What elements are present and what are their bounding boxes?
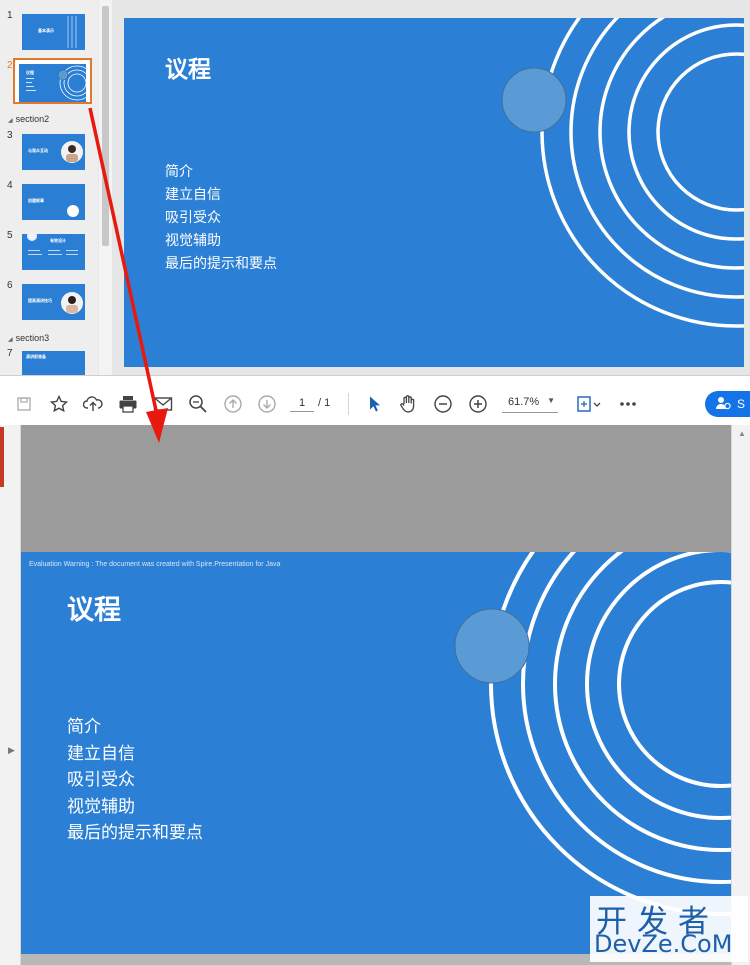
agenda-item: 吸引受众 [67,770,135,790]
zoom-in-icon[interactable] [467,393,489,415]
section-header-section2[interactable]: ◢ section2 [8,114,49,124]
thumbnail-title: 创建叙事 [28,198,44,203]
watermark-en-text: DevZe.CoM [594,930,733,958]
chevron-down-icon: ▼ [547,396,555,405]
agenda-item: 简介 [67,717,101,737]
slide-thumbnail-4[interactable]: 创建叙事 [22,184,85,220]
agenda-item: 吸引受众 [165,210,221,226]
slide-thumbnail-panel: 1 基本演示 2 议程 ◢ section2 3 与观众互动 4 创建叙事 5 … [0,0,98,375]
powerpoint-window: 1 基本演示 2 议程 ◢ section2 3 与观众互动 4 创建叙事 5 … [0,0,750,376]
save-icon[interactable] [13,393,35,415]
agenda-item: 视觉辅助 [165,233,221,249]
agenda-item: 视觉辅助 [67,796,135,817]
thumbnail-dot [67,205,79,217]
slide-thumbnail-6[interactable]: 提高演讲技巧 [22,284,85,320]
hand-icon[interactable] [397,393,419,415]
slide-thumbnail-3[interactable]: 与观众互动 [22,134,85,170]
zoom-search-icon[interactable] [187,393,209,415]
prev-page-icon[interactable] [222,393,244,415]
slide-thumbnail-7[interactable]: 演讲前准备 [22,351,85,375]
thumbnail-title: 与观众互动 [28,148,48,153]
slide-thumbnail-2[interactable]: 议程 [19,64,86,102]
toolbar-divider [348,393,349,415]
share-button-label: S [737,397,746,411]
site-watermark: 开发者 DevZe.CoM [590,896,748,962]
zoom-out-icon[interactable] [432,393,454,415]
mail-icon[interactable] [152,393,174,415]
more-icon[interactable] [617,393,639,415]
share-button[interactable]: S [705,391,750,417]
section-header-section3[interactable]: ◢ section3 [8,333,49,343]
thumbnail-text-lines [27,234,78,255]
page-number-input[interactable] [290,395,314,412]
thumbnail-number: 2 [7,60,13,71]
thumbnail-scrollbar-thumb[interactable] [102,6,109,246]
zoom-value: 61.7% [508,396,540,408]
collapse-triangle-icon[interactable]: ◢ [8,337,13,343]
slide-canvas[interactable]: 议程 简介 建立自信 吸引受众 视觉辅助 最后的提示和要点 [124,18,744,367]
agenda-item: 建立自信 [67,743,135,764]
slide-thumbnail-5[interactable]: 有效设计 [22,234,85,270]
thumbnail-photo [61,292,83,314]
thumbnail-number: 5 [7,230,13,241]
agenda-item: 最后的提示和要点 [165,256,277,272]
vertical-scrollbar[interactable]: ▲ [731,425,750,965]
zoom-level-dropdown[interactable]: 61.7% ▼ [502,395,558,413]
select-cursor-icon[interactable] [364,393,386,415]
section-name: section2 [15,114,50,124]
add-user-icon [715,395,731,414]
agenda-list: 简介 建立自信 吸引受众 视觉辅助 最后的提示和要点 [67,714,203,847]
evaluation-warning-text: Evaluation Warning : The document was cr… [29,561,281,568]
fit-page-icon[interactable] [574,393,602,415]
page-gap-area [21,425,731,552]
side-accent [0,427,4,487]
thumbnail-circles-graphic [26,65,86,101]
agenda-item: 简介 [165,164,193,180]
slide-title: 议程 [67,595,121,626]
thumbnail-title: 演讲前准备 [26,354,46,359]
thumbnail-number: 6 [7,280,13,291]
star-icon[interactable] [48,393,70,415]
section-name: section3 [15,333,50,343]
thumbnail-number: 7 [7,348,13,359]
print-icon[interactable] [117,393,139,415]
navigation-pane-edge[interactable]: ▶ [0,425,21,965]
thumbnail-title: 提高演讲技巧 [28,298,52,303]
agenda-list: 简介 建立自信 吸引受众 视觉辅助 最后的提示和要点 [165,161,277,276]
thumbnail-number: 3 [7,130,13,141]
thumbnail-lines-graphic [67,16,77,48]
thumbnail-photo [61,141,83,163]
agenda-item: 最后的提示和要点 [67,823,203,843]
expand-pane-icon[interactable]: ▶ [8,745,15,756]
thumbnail-title: 基本演示 [38,28,54,33]
pdf-page-slide: Evaluation Warning : The document was cr… [21,552,731,954]
pdf-toolbar: / 1 61.7% ▼ S [0,383,750,426]
scroll-up-icon[interactable]: ▲ [738,429,746,438]
slide-title: 议程 [165,57,211,83]
pdf-viewer-window: / 1 61.7% ▼ S ▶ [0,383,750,965]
upload-icon[interactable] [82,393,104,415]
thumbnail-number: 1 [7,10,13,21]
next-page-icon[interactable] [256,393,278,415]
collapse-triangle-icon[interactable]: ◢ [8,118,13,124]
agenda-item: 建立自信 [165,187,221,203]
thumbnail-number: 4 [7,180,13,191]
page-total-label: / 1 [318,397,331,409]
slide-thumbnail-1[interactable]: 基本演示 [22,14,85,50]
